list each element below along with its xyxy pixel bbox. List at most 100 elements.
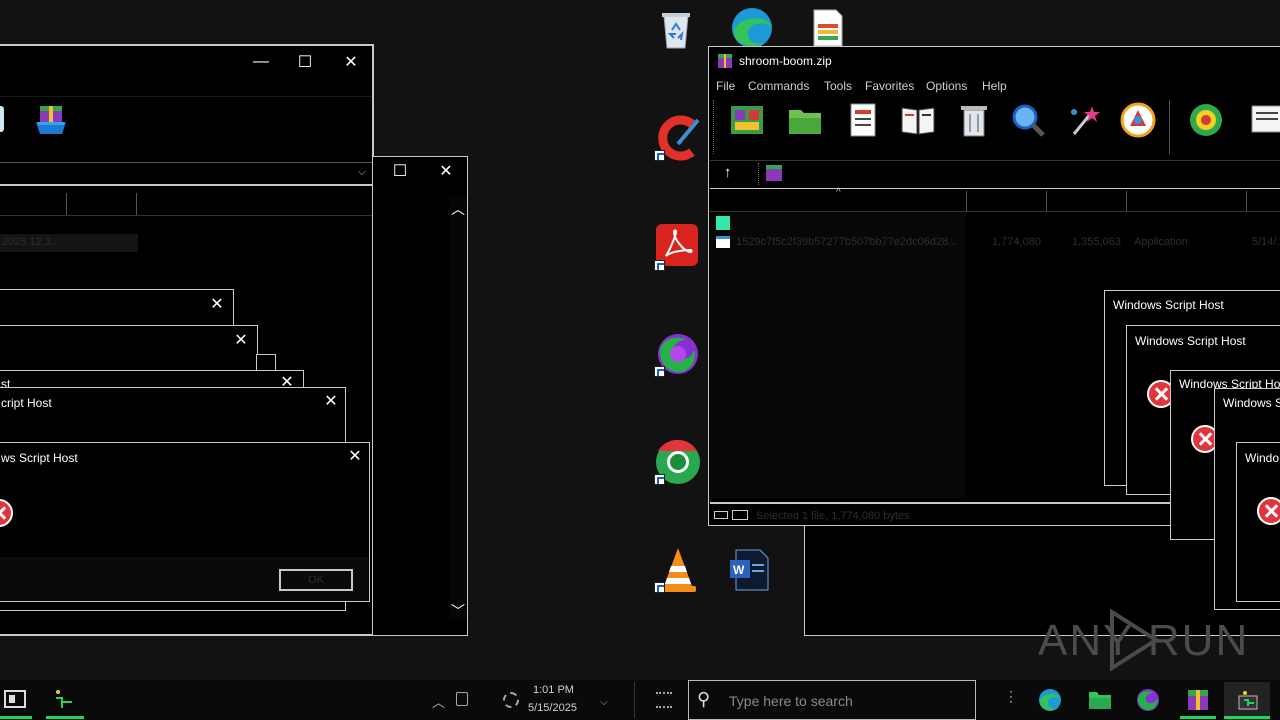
middle-window: ☐ ✕ ︿ ﹀ bbox=[372, 156, 468, 636]
find-magnifier-icon[interactable] bbox=[1010, 102, 1046, 138]
shortcut-arrow-icon bbox=[654, 260, 665, 271]
toolbar-left-edge bbox=[713, 100, 714, 154]
exe-file-icon bbox=[716, 236, 730, 248]
sort-caret-icon: ^ bbox=[836, 187, 841, 198]
extract-folder-icon[interactable] bbox=[787, 102, 823, 138]
active-task-indicator bbox=[0, 716, 32, 719]
settings-gear-icon[interactable] bbox=[503, 692, 519, 708]
explorer-window-icon[interactable] bbox=[4, 690, 26, 708]
maximize-button[interactable]: ☐ bbox=[377, 157, 423, 185]
pinned-app-icon[interactable] bbox=[52, 688, 76, 712]
file-row-selected[interactable]: 2025 12:3... bbox=[0, 234, 138, 252]
drive-icon bbox=[714, 511, 728, 519]
dialog-title: ws Script Host bbox=[1, 451, 78, 465]
show-hidden-icons-icon[interactable]: ︿ bbox=[432, 692, 445, 711]
firefox-icon[interactable] bbox=[654, 330, 702, 378]
file-list-left-pane bbox=[710, 212, 966, 498]
taskbar-divider bbox=[634, 682, 635, 718]
minimize-button[interactable]: — bbox=[238, 48, 284, 76]
taskbar-file-explorer-icon[interactable] bbox=[1088, 688, 1112, 712]
script-host-dialog-5: Windo bbox=[1236, 442, 1280, 602]
toolbar-separator bbox=[1169, 100, 1170, 154]
chevron-down-icon[interactable]: ⌵ bbox=[358, 166, 366, 179]
menu-file[interactable]: File bbox=[716, 79, 735, 93]
close-button[interactable]: ✕ bbox=[328, 48, 374, 76]
ok-button[interactable]: OK bbox=[279, 569, 353, 591]
file-row[interactable]: 1529c7f5c2f39b57277b507bb77e2dc06d28... … bbox=[714, 234, 1280, 251]
view-book-icon[interactable] bbox=[900, 102, 936, 138]
taskbar-script-host-icon[interactable] bbox=[1236, 688, 1260, 712]
menu-favorites[interactable]: Favorites bbox=[865, 79, 914, 93]
title-divider bbox=[0, 96, 372, 97]
file-name: 1529c7f5c2f39b57277b507bb77e2dc06d28... bbox=[736, 236, 958, 248]
close-icon[interactable]: ✕ bbox=[233, 333, 249, 349]
delete-trash-icon[interactable] bbox=[956, 102, 992, 138]
close-icon[interactable]: ✕ bbox=[347, 449, 363, 465]
script-task-indicator bbox=[1224, 716, 1270, 719]
menu-help[interactable]: Help bbox=[982, 79, 1007, 93]
add-icon[interactable] bbox=[729, 102, 765, 138]
archive-path-icon[interactable] bbox=[766, 165, 782, 181]
winrar-task-indicator bbox=[1180, 716, 1216, 719]
file-type: Application bbox=[1134, 236, 1188, 248]
clock-time[interactable]: 1:01 PM bbox=[533, 684, 574, 696]
parent-folder-row[interactable] bbox=[716, 216, 730, 230]
shortcut-arrow-icon bbox=[654, 366, 665, 377]
search-placeholder: Type here to search bbox=[729, 693, 853, 709]
path-bar: ↑ bbox=[710, 160, 1280, 186]
search-box[interactable]: ⚲ Type here to search bbox=[688, 680, 976, 720]
word-file-icon[interactable]: W bbox=[728, 548, 776, 596]
menu-tools[interactable]: Tools bbox=[824, 79, 852, 93]
menu-commands[interactable]: Commands bbox=[748, 79, 809, 93]
close-icon[interactable]: ✕ bbox=[209, 297, 225, 313]
virus-scan-icon[interactable] bbox=[1188, 102, 1224, 138]
file-list-header: ^ bbox=[710, 187, 1280, 212]
winrar-archive-icon[interactable] bbox=[34, 104, 68, 138]
ccleaner-icon[interactable] bbox=[654, 114, 702, 162]
maximize-button[interactable]: ☐ bbox=[282, 48, 328, 76]
chrome-icon[interactable] bbox=[654, 438, 702, 486]
wizard-wand-icon[interactable] bbox=[1066, 102, 1102, 138]
chevron-down-icon[interactable]: ⌵ bbox=[600, 697, 608, 708]
watermark-text: ANY RUN bbox=[1038, 616, 1250, 665]
svg-text:W: W bbox=[733, 563, 745, 577]
shortcut-arrow-icon bbox=[654, 150, 665, 161]
network-icon[interactable] bbox=[456, 692, 468, 706]
active-task-indicator-2 bbox=[46, 716, 84, 719]
task-view-icon[interactable] bbox=[656, 692, 672, 708]
error-icon bbox=[1257, 497, 1280, 525]
date-cell: 2025 12:3... bbox=[2, 236, 61, 248]
comment-icon[interactable] bbox=[1248, 102, 1280, 138]
file-size: 1,774,080 bbox=[992, 236, 1041, 248]
scroll-down-icon[interactable]: ﹀ bbox=[451, 601, 465, 621]
file-packed: 1,355,063 bbox=[1072, 236, 1121, 248]
column-header bbox=[0, 190, 372, 216]
menu-options[interactable]: Options bbox=[926, 79, 967, 93]
scrollbar[interactable]: ︿ ﹀ bbox=[449, 197, 467, 621]
up-arrow-icon[interactable]: ↑ bbox=[724, 164, 732, 181]
close-button[interactable]: ✕ bbox=[423, 157, 469, 185]
dialog-title: Windows Script Host bbox=[1113, 298, 1224, 312]
search-icon: ⚲ bbox=[697, 689, 711, 709]
toolbar-partial-icon[interactable] bbox=[0, 106, 4, 132]
taskbar-winrar-icon[interactable] bbox=[1186, 688, 1210, 712]
recycle-bin-icon[interactable] bbox=[654, 8, 702, 56]
taskbar-edge-icon[interactable] bbox=[1038, 688, 1062, 712]
info-icon[interactable] bbox=[1120, 102, 1156, 138]
address-bar[interactable]: ⌵ bbox=[0, 162, 372, 186]
dialog-title: Windo bbox=[1245, 451, 1280, 465]
status-text: Selected 1 file, 1,774,080 bytes bbox=[756, 510, 910, 522]
taskbar-firefox-icon[interactable] bbox=[1136, 688, 1160, 712]
dialog-title: Windows Script Host bbox=[1135, 334, 1246, 348]
anyrun-watermark: ANY RUN bbox=[1038, 608, 1247, 672]
key-icon bbox=[732, 510, 748, 520]
close-icon[interactable]: ✕ bbox=[323, 394, 339, 410]
acrobat-icon[interactable] bbox=[654, 222, 702, 271]
error-dialog-5: ws Script Host ✕ OK bbox=[0, 442, 370, 602]
vlc-icon[interactable] bbox=[654, 546, 702, 594]
shortcut-arrow-icon bbox=[654, 474, 665, 485]
test-icon[interactable] bbox=[845, 102, 881, 138]
scroll-up-icon[interactable]: ︿ bbox=[451, 199, 465, 219]
overflow-dots-icon[interactable]: ⋮ bbox=[1004, 688, 1018, 705]
clock-date[interactable]: 5/15/2025 bbox=[528, 702, 577, 714]
